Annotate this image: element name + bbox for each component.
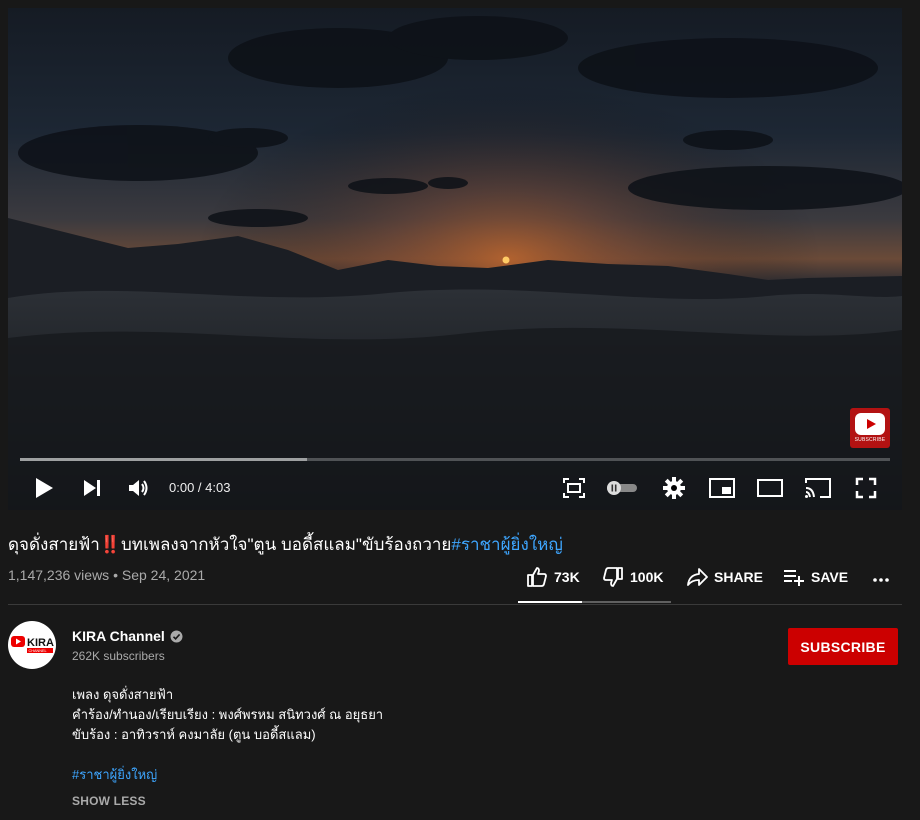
publish-date: Sep 24, 2021 <box>121 567 206 583</box>
dislike-button[interactable]: 100K <box>602 566 663 588</box>
avatar-subtext: CHANNEL <box>29 649 47 653</box>
thumbs-up-icon <box>527 567 547 587</box>
channel-watermark[interactable]: SUBSCRIBE <box>850 408 890 448</box>
theater-mode-button[interactable] <box>754 472 786 504</box>
volume-icon <box>129 480 148 496</box>
more-horizontal-icon <box>873 578 889 582</box>
next-button[interactable] <box>76 472 108 504</box>
meta-separator: • <box>113 567 118 583</box>
share-label: SHARE <box>714 569 764 585</box>
video-title-text: ดุจดั่งสายฟ้า‼️บทเพลงจากหัวใจ"ตูน บอดี้ส… <box>8 535 452 554</box>
video-meta: 1,147,236 views • Sep 24, 2021 <box>8 567 205 583</box>
miniplayer-icon <box>709 478 735 498</box>
settings-button[interactable] <box>658 472 690 504</box>
play-icon <box>36 478 53 498</box>
sentiment-like-fill <box>518 601 583 603</box>
save-button[interactable]: SAVE <box>783 566 848 588</box>
cast-button[interactable] <box>802 472 834 504</box>
save-label: SAVE <box>811 569 849 585</box>
player-controls: 0:00 / 4:03 <box>8 466 902 506</box>
skip-next-icon <box>84 480 100 496</box>
youtube-logo-icon <box>855 413 885 435</box>
like-button[interactable]: 73K <box>526 566 580 588</box>
share-icon <box>687 568 708 586</box>
fullscreen-focus-button[interactable] <box>558 472 590 504</box>
frame-icon <box>563 478 585 498</box>
gear-icon <box>663 477 685 499</box>
video-description: เพลง ดุจดั่งสายฟ้า คำร้อง/ทำนอง/เรียบเรี… <box>72 685 383 785</box>
description-hashtag[interactable]: #ราชาผู้ยิ่งใหญ่ <box>72 765 383 785</box>
mute-button[interactable] <box>123 472 155 504</box>
kira-logo-icon: KIRA CHANNEL <box>11 636 54 653</box>
progress-bar[interactable] <box>20 458 890 461</box>
sentiment-bar <box>518 601 671 603</box>
autoplay-toggle[interactable] <box>605 472 639 504</box>
video-frame <box>8 8 902 510</box>
time-display: 0:00 / 4:03 <box>169 480 231 495</box>
video-title-hashtag[interactable]: #ราชาผู้ยิ่งใหญ่ <box>451 535 562 554</box>
show-less-button[interactable]: SHOW LESS <box>72 794 146 808</box>
video-title: ดุจดั่งสายฟ้า‼️บทเพลงจากหัวใจ"ตูน บอดี้ส… <box>8 531 563 558</box>
cast-icon <box>805 478 831 498</box>
play-button[interactable] <box>28 472 60 504</box>
channel-avatar[interactable]: KIRA CHANNEL <box>8 621 56 669</box>
channel-name[interactable]: KIRA Channel <box>72 628 183 644</box>
video-player[interactable]: SUBSCRIBE 0:00 / 4:03 <box>8 8 902 510</box>
description-line: เพลง ดุจดั่งสายฟ้า <box>72 687 174 702</box>
autoplay-toggle-icon <box>607 481 637 495</box>
view-count: 1,147,236 views <box>8 567 110 583</box>
fullscreen-button[interactable] <box>850 472 882 504</box>
more-actions-button[interactable] <box>872 566 890 588</box>
subscriber-count: 262K subscribers <box>72 649 165 663</box>
fullscreen-icon <box>855 477 877 499</box>
miniplayer-button[interactable] <box>706 472 738 504</box>
verified-check-icon <box>170 630 183 642</box>
playlist-add-icon <box>784 570 804 586</box>
dislike-count: 100K <box>630 569 664 585</box>
subscribe-button[interactable]: SUBSCRIBE <box>788 628 898 665</box>
description-line: ขับร้อง : อาทิวราห์ คงมาลัย (ตูน บอดี้สแ… <box>72 727 316 742</box>
avatar-text: KIRA <box>27 637 54 649</box>
like-count: 73K <box>554 569 580 585</box>
divider <box>8 604 902 605</box>
theater-icon <box>757 479 783 497</box>
share-button[interactable]: SHARE <box>686 566 763 588</box>
buffered-bar <box>20 458 308 461</box>
thumbs-down-icon <box>603 567 623 587</box>
channel-name-text: KIRA Channel <box>72 628 165 644</box>
description-line: คำร้อง/ทำนอง/เรียบเรียง : พงศ์พรหม สนิทว… <box>72 707 384 722</box>
